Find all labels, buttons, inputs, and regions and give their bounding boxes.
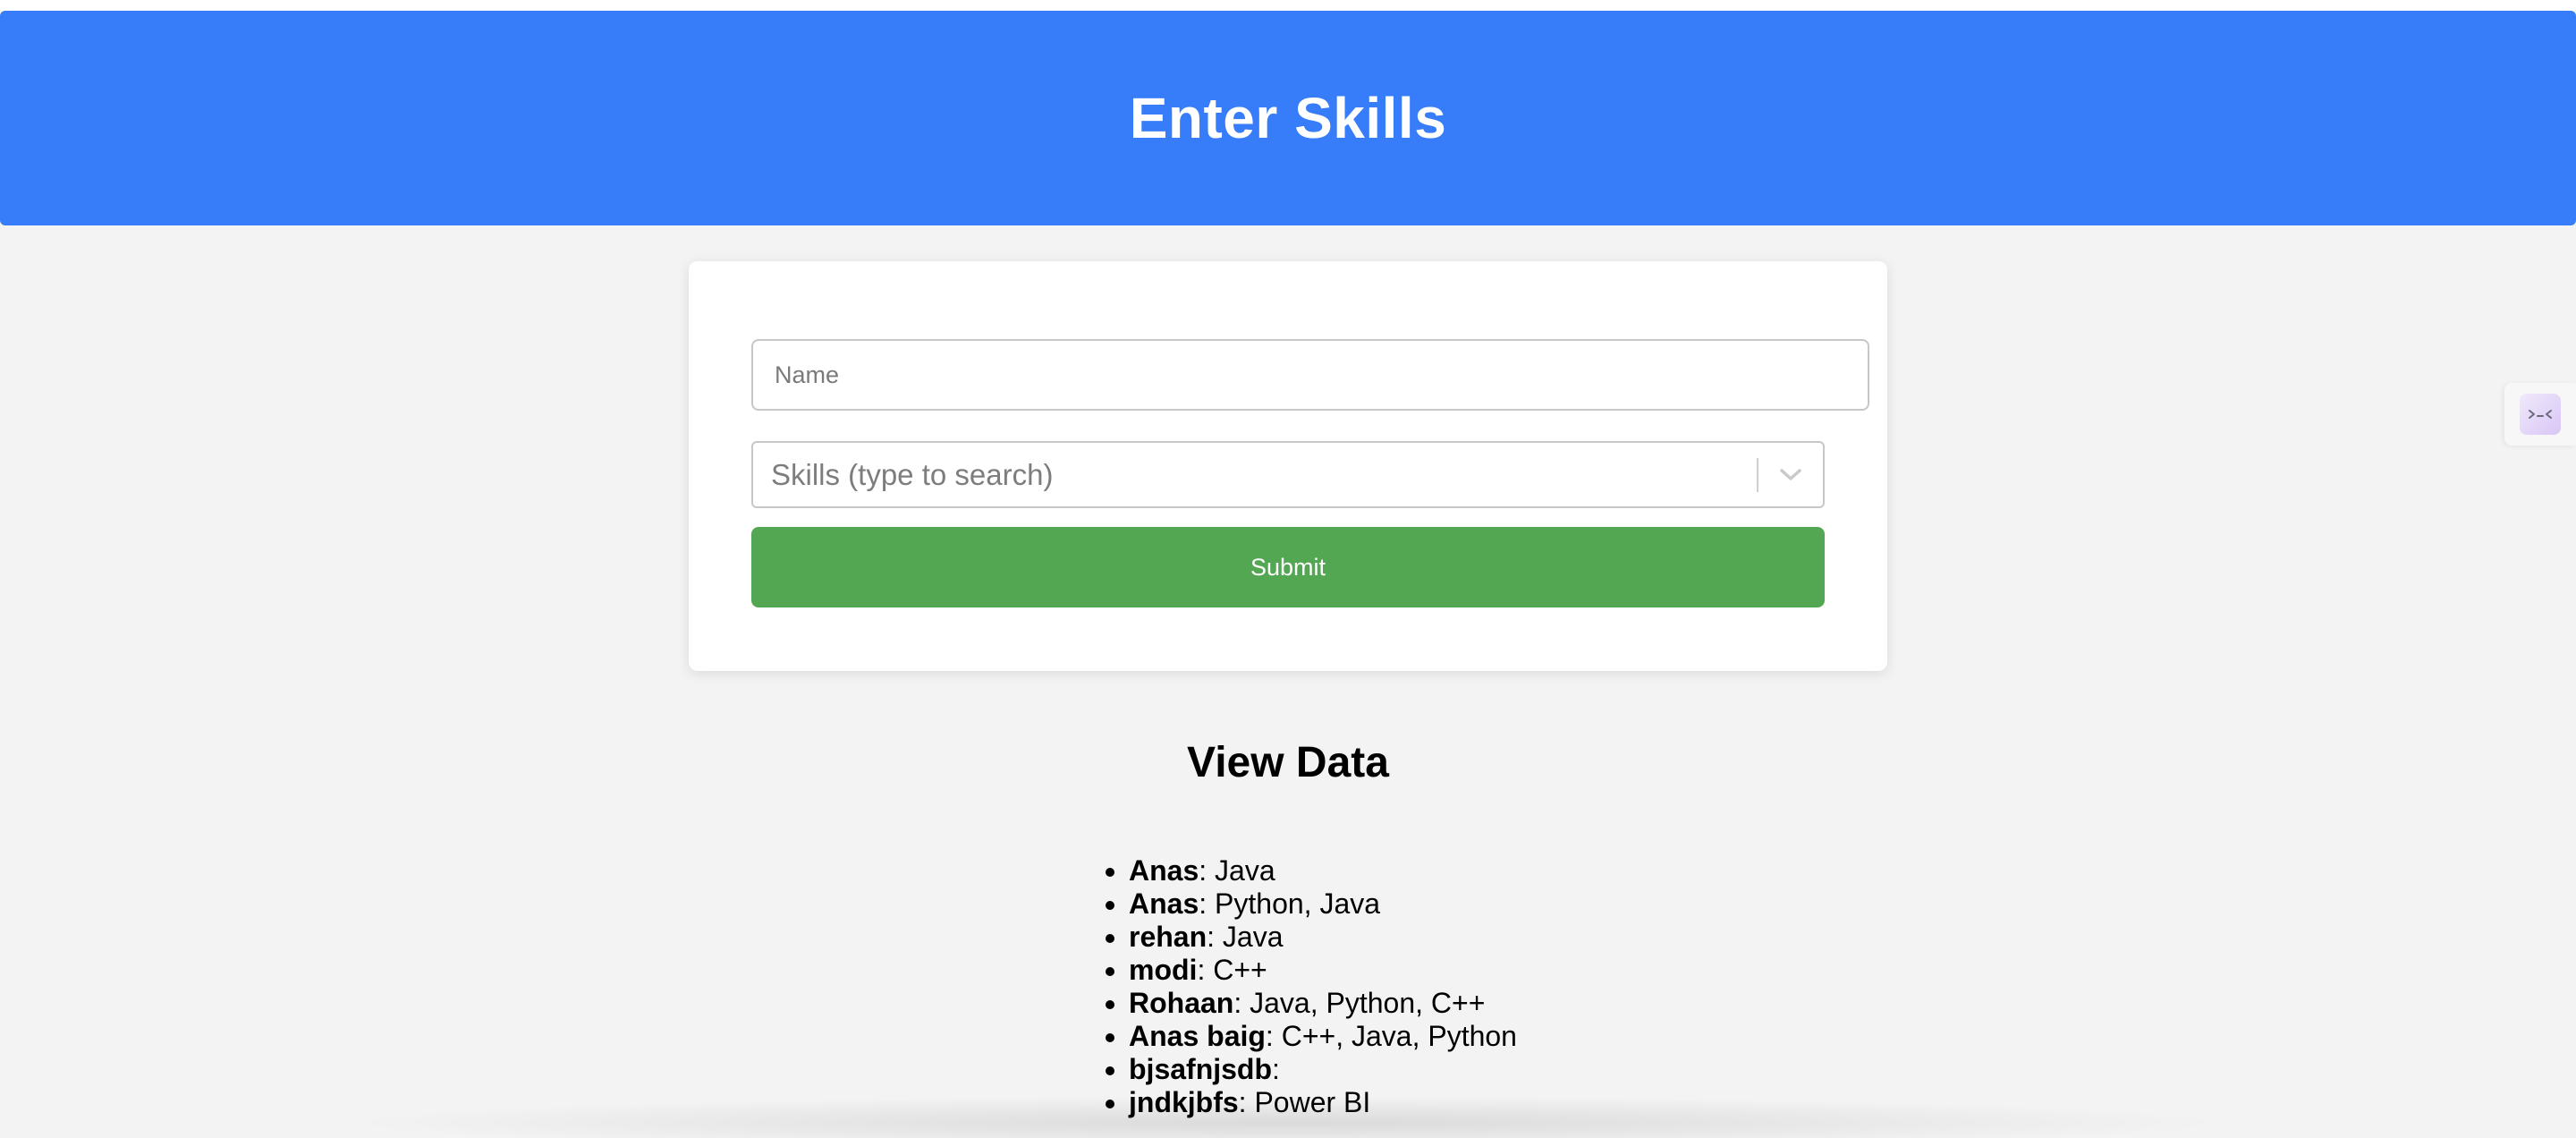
skills-data-list: Anas: Java Anas: Python, Java rehan: Jav… <box>1129 854 1517 1119</box>
name-input[interactable] <box>751 339 1869 411</box>
skills-select-placeholder: Skills (type to search) <box>771 457 1054 491</box>
submit-button[interactable]: Submit <box>751 527 1825 607</box>
entry-name: Rohaan <box>1129 987 1234 1019</box>
entry-name: Anas <box>1129 854 1199 887</box>
entry-name: Anas <box>1129 887 1199 920</box>
bottom-overlay-shadow <box>340 1096 2236 1138</box>
entry-skills: : Java <box>1199 854 1275 887</box>
page-title: Enter Skills <box>1129 86 1447 150</box>
list-item: rehan: Java <box>1129 921 1517 954</box>
skills-select[interactable]: Skills (type to search) <box>751 441 1825 508</box>
list-item: Anas: Java <box>1129 854 1517 887</box>
chevron-down-icon[interactable] <box>1758 443 1823 506</box>
entry-skills: : Python, Java <box>1199 887 1381 920</box>
list-item: bjsafnjsdb: <box>1129 1053 1517 1086</box>
list-item: Anas: Python, Java <box>1129 887 1517 921</box>
entry-skills: : Java, Python, C++ <box>1233 987 1486 1019</box>
entry-name: bjsafnjsdb <box>1129 1053 1273 1085</box>
entry-skills: : C++, Java, Python <box>1265 1020 1517 1052</box>
list-item: modi: C++ <box>1129 954 1517 987</box>
entry-name: modi <box>1129 954 1198 986</box>
list-item: Rohaan: Java, Python, C++ <box>1129 987 1517 1020</box>
assistant-face-icon <box>2520 394 2561 435</box>
entry-skills: : <box>1272 1053 1280 1085</box>
top-strip <box>0 0 2576 11</box>
skills-form-card: Skills (type to search) Submit <box>689 261 1887 671</box>
entry-name: Anas baig <box>1129 1020 1266 1052</box>
header-banner: Enter Skills <box>0 11 2576 225</box>
entry-name: rehan <box>1129 921 1208 953</box>
view-data-heading: View Data <box>1187 739 1389 786</box>
page: Enter Skills Skills (type to search) Sub… <box>0 0 2576 1138</box>
list-item: Anas baig: C++, Java, Python <box>1129 1020 1517 1053</box>
side-assistant-widget[interactable] <box>2504 383 2576 446</box>
entry-skills: : Java <box>1207 921 1284 953</box>
entry-skills: : C++ <box>1197 954 1267 986</box>
